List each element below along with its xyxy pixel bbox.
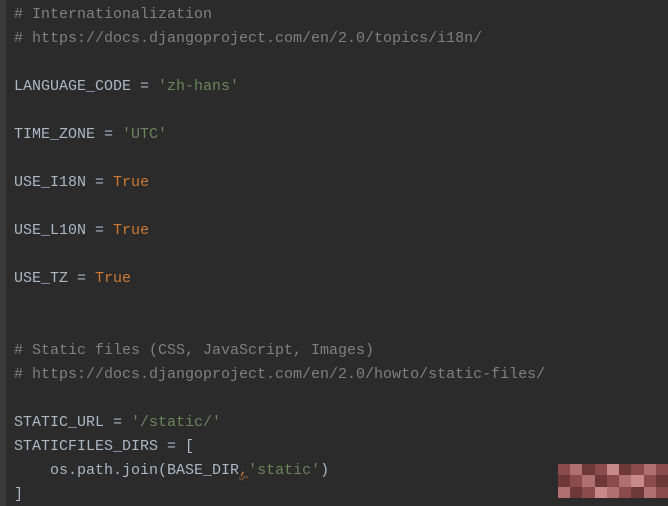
identifier: TIME_ZONE [14, 126, 95, 143]
identifier: STATIC_URL [14, 414, 104, 431]
identifier: USE_TZ [14, 270, 68, 287]
string-literal: 'zh-hans' [158, 78, 239, 95]
punctuation: = [ [158, 438, 194, 455]
keyword: True [95, 270, 131, 287]
code-line: # https://docs.djangoproject.com/en/2.0/… [14, 27, 668, 51]
blank-line [14, 315, 668, 339]
code-line: USE_TZ = True [14, 267, 668, 291]
blank-line [14, 195, 668, 219]
blank-line [14, 51, 668, 75]
call-expr: os.path.join(BASE_DIR [50, 462, 239, 479]
comment: # https://docs.djangoproject.com/en/2.0/… [14, 30, 482, 47]
code-line: TIME_ZONE = 'UTC' [14, 123, 668, 147]
code-line: # Internationalization [14, 3, 668, 27]
blank-line [14, 147, 668, 171]
identifier: USE_I18N [14, 174, 86, 191]
operator: = [86, 174, 113, 191]
code-line: USE_L10N = True [14, 219, 668, 243]
blank-line [14, 99, 668, 123]
operator: = [131, 78, 158, 95]
keyword: True [113, 222, 149, 239]
code-line: # Static files (CSS, JavaScript, Images) [14, 339, 668, 363]
punctuation: ] [14, 486, 23, 503]
punctuation: ) [320, 462, 329, 479]
code-line: STATICFILES_DIRS = [ [14, 435, 668, 459]
identifier: LANGUAGE_CODE [14, 78, 131, 95]
operator: = [104, 414, 131, 431]
operator: = [86, 222, 113, 239]
typo-marker: , [239, 462, 248, 479]
code-line: LANGUAGE_CODE = 'zh-hans' [14, 75, 668, 99]
blank-line [14, 243, 668, 267]
operator: = [95, 126, 122, 143]
censored-region [558, 464, 668, 498]
code-editor[interactable]: # Internationalization # https://docs.dj… [0, 0, 668, 506]
blank-line [14, 387, 668, 411]
comment: # Static files (CSS, JavaScript, Images) [14, 342, 374, 359]
comment: # https://docs.djangoproject.com/en/2.0/… [14, 366, 545, 383]
identifier: STATICFILES_DIRS [14, 438, 158, 455]
comment: # Internationalization [14, 6, 212, 23]
string-literal: '/static/' [131, 414, 221, 431]
operator: = [68, 270, 95, 287]
blank-line [14, 291, 668, 315]
identifier: USE_L10N [14, 222, 86, 239]
code-line: # https://docs.djangoproject.com/en/2.0/… [14, 363, 668, 387]
code-line: STATIC_URL = '/static/' [14, 411, 668, 435]
string-literal: 'UTC' [122, 126, 167, 143]
indent [14, 462, 50, 479]
code-line: USE_I18N = True [14, 171, 668, 195]
keyword: True [113, 174, 149, 191]
string-literal: 'static' [248, 462, 320, 479]
